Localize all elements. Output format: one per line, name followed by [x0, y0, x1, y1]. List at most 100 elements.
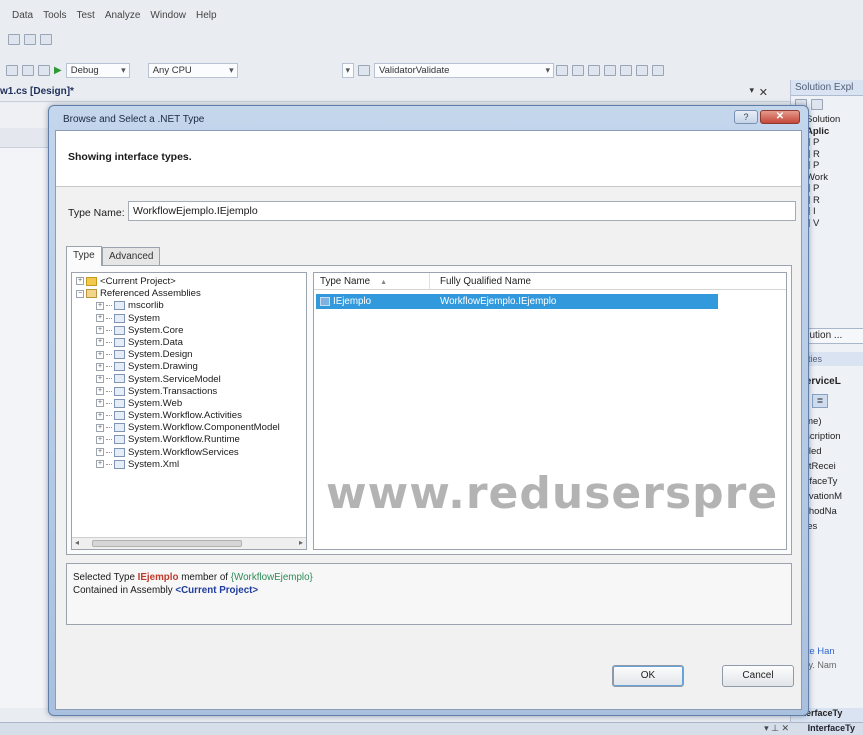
tree-item[interactable]: + System.Design [76, 349, 280, 361]
expand-icon[interactable]: + [96, 460, 104, 469]
close-icon[interactable]: ✕ [760, 110, 800, 124]
toolbar-icon[interactable] [40, 33, 52, 45]
solution-explorer-icon[interactable] [556, 64, 568, 76]
cancel-button[interactable]: Cancel [722, 665, 794, 687]
ok-button[interactable]: OK [612, 665, 684, 687]
document-tab[interactable]: w1.cs [Design]* [0, 86, 74, 97]
tree-item[interactable]: + System.Drawing [76, 361, 280, 373]
alphabetical-icon[interactable]: ≣ [812, 394, 828, 408]
platform-dropdown[interactable]: Any CPU [147, 62, 238, 78]
object-browser-icon[interactable] [588, 64, 600, 76]
info-namespace: {WorkflowEjemplo} [230, 572, 313, 583]
class-view-icon[interactable] [620, 64, 632, 76]
expand-icon[interactable]: + [96, 362, 104, 371]
scroll-left-icon[interactable]: ◂ [75, 538, 79, 547]
tree-line [106, 415, 112, 417]
expand-icon[interactable]: + [96, 350, 104, 359]
tree-item-label: System [128, 312, 160, 324]
solution-explorer-title: Solution Expl [791, 80, 863, 96]
column-fully-qualified-name[interactable]: Fully Qualified Name [430, 273, 720, 290]
find-combo[interactable]: ValidatorValidate [374, 62, 554, 78]
start-page-icon[interactable] [636, 64, 648, 76]
type-name-input[interactable] [128, 201, 796, 221]
configuration-dropdown[interactable]: Debug [65, 62, 130, 78]
expand-icon[interactable]: + [96, 374, 104, 383]
tree-item-label: System.Xml [128, 458, 180, 470]
tree-line [106, 341, 112, 343]
menu-tools[interactable]: Tools [43, 8, 66, 24]
tree-item[interactable]: + System.Workflow.ComponentModel [76, 422, 280, 434]
solution-tree-label: P [813, 183, 820, 194]
find-icon[interactable] [358, 64, 370, 76]
collapse-icon[interactable]: − [76, 289, 84, 298]
tree-horizontal-scrollbar[interactable]: ◂ ▸ [72, 537, 306, 549]
tree-item[interactable]: + System.Workflow.Runtime [76, 434, 280, 446]
tree-item-label: System.Workflow.Runtime [128, 434, 240, 446]
assembly-icon [114, 301, 125, 311]
properties-icon[interactable] [572, 64, 584, 76]
tree-item[interactable]: − Referenced Assemblies [76, 288, 280, 300]
expand-icon[interactable]: + [96, 301, 104, 310]
menu-analyze[interactable]: Analyze [105, 8, 141, 24]
scroll-right-icon[interactable]: ▸ [299, 538, 303, 547]
refresh-icon[interactable] [811, 99, 823, 110]
toolbar-icon[interactable] [8, 33, 20, 45]
tree-item[interactable]: + <Current Project> [76, 276, 280, 288]
solution-tree-label: V [813, 217, 820, 229]
tree-item[interactable]: + System.Data [76, 337, 280, 349]
watermark: www.reduserspre [326, 468, 779, 519]
help-icon[interactable]: ? [734, 110, 758, 124]
row-qualified-name: WorkflowEjemplo.IEjemplo [440, 296, 557, 307]
tree-item[interactable]: + System.Xml [76, 459, 280, 471]
info-assembly: <Current Project> [175, 585, 259, 596]
tab-type[interactable]: Type [66, 246, 102, 266]
toolbar-icon[interactable] [24, 33, 36, 45]
tree-item[interactable]: + System.ServiceModel [76, 374, 280, 386]
toolbox-icon[interactable] [604, 64, 616, 76]
tree-item-label: System.Workflow.ComponentModel [128, 422, 280, 434]
column-type-name[interactable]: Type Name ▲ [314, 273, 430, 290]
expand-icon[interactable]: + [96, 423, 104, 432]
designer-header [0, 128, 50, 148]
scroll-thumb[interactable] [92, 540, 242, 547]
save-icon[interactable] [38, 64, 50, 76]
tree-item-label: System.Design [128, 349, 193, 361]
tree-item-label: System.Data [128, 336, 183, 348]
tab-list-icon[interactable]: ▾ [749, 85, 754, 96]
panel-close-icon[interactable]: ▾ ⊥ ✕ [764, 723, 789, 734]
expand-icon[interactable]: + [96, 326, 104, 335]
find-dropdown-arrow[interactable] [342, 62, 354, 78]
tree-item[interactable]: + System.Transactions [76, 386, 280, 398]
expand-icon[interactable]: + [96, 314, 104, 323]
solution-tree-label: R [813, 148, 820, 160]
close-document-icon[interactable]: ✕ [759, 86, 768, 99]
tree-item[interactable]: + System.WorkflowServices [76, 447, 280, 459]
assembly-tree[interactable]: + <Current Project> − Referenced Assemblies… [71, 272, 307, 550]
open-file-icon[interactable] [22, 64, 34, 76]
tree-item-label: System.Drawing [128, 361, 198, 373]
expand-icon[interactable]: + [96, 435, 104, 444]
expand-icon[interactable]: + [96, 338, 104, 347]
expand-icon[interactable]: + [76, 277, 84, 286]
menu-window[interactable]: Window [150, 8, 186, 24]
bottom-panel-bar: ▾ ⊥ ✕ InterfaceTy [0, 722, 863, 735]
tree-item[interactable]: + System.Workflow.Activities [76, 410, 280, 422]
expand-icon[interactable]: + [96, 448, 104, 457]
tree-item-label: System.Web [128, 397, 183, 409]
new-file-icon[interactable] [6, 64, 18, 76]
table-row[interactable]: IEjemplo WorkflowEjemplo.IEjemplo [316, 294, 718, 309]
expand-icon[interactable]: + [96, 411, 104, 420]
expand-icon[interactable]: + [96, 387, 104, 396]
menu-test[interactable]: Test [76, 8, 94, 24]
expand-icon[interactable]: + [96, 399, 104, 408]
tree-item[interactable]: + mscorlib [76, 300, 280, 312]
menu-help[interactable]: Help [196, 8, 217, 24]
tab-advanced[interactable]: Advanced [102, 247, 161, 266]
tree-item[interactable]: + System.Web [76, 398, 280, 410]
tree-item-label: System.WorkflowServices [128, 446, 239, 458]
tree-item[interactable]: + System.Core [76, 325, 280, 337]
menu-data[interactable]: Data [12, 8, 33, 24]
start-debug-icon[interactable]: ▶ [54, 65, 62, 76]
windows-icon[interactable] [652, 64, 664, 76]
tree-item[interactable]: + System [76, 313, 280, 325]
